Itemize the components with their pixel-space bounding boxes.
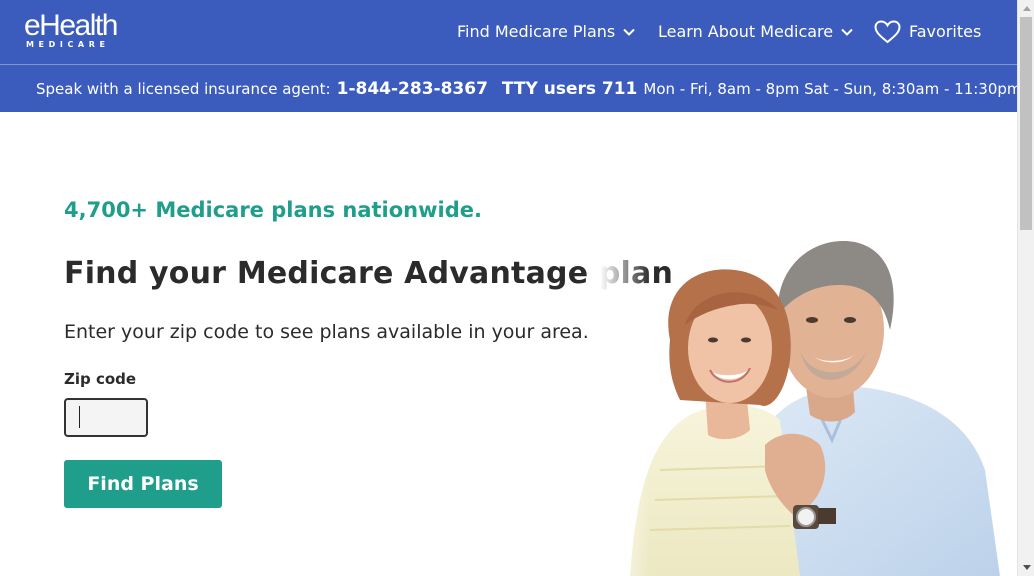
find-plans-button[interactable]: Find Plans bbox=[64, 460, 222, 508]
zip-code-input[interactable] bbox=[64, 398, 148, 437]
plans-count-tagline: 4,700+ Medicare plans nationwide. bbox=[64, 198, 482, 222]
scroll-up-icon[interactable] bbox=[1018, 0, 1034, 17]
tty-info: TTY users 711 bbox=[501, 78, 638, 99]
agent-phone-link[interactable]: 1-844-283-8367 bbox=[337, 79, 488, 99]
scrollbar-thumb[interactable] bbox=[1020, 17, 1032, 230]
agent-contact-label: Speak with a licensed insurance agent: bbox=[36, 79, 331, 98]
nav-learn-about-medicare-label: Learn About Medicare bbox=[658, 22, 834, 41]
text-cursor bbox=[79, 406, 80, 428]
nav-find-medicare-plans[interactable]: Find Medicare Plans bbox=[457, 20, 635, 44]
agent-contact-bar: Speak with a licensed insurance agent: 1… bbox=[0, 64, 1034, 112]
zip-code-label: Zip code bbox=[64, 370, 137, 388]
vertical-scrollbar[interactable] bbox=[1017, 0, 1034, 576]
office-hours: Mon - Fri, 8am - 8pm Sat - Sun, 8:30am -… bbox=[643, 79, 1034, 98]
nav-favorites[interactable]: Favorites bbox=[874, 20, 981, 44]
top-navigation: eHealth MEDICARE Find Medicare Plans Lea… bbox=[0, 0, 1017, 64]
hero-couple-photo bbox=[600, 230, 1017, 576]
page-title: Find your Medicare Advantage plan bbox=[64, 256, 674, 291]
nav-favorites-label: Favorites bbox=[909, 22, 982, 41]
zip-instructions: Enter your zip code to see plans availab… bbox=[64, 321, 589, 343]
scroll-down-icon[interactable] bbox=[1018, 559, 1034, 576]
chevron-down-icon bbox=[623, 28, 635, 36]
heart-icon bbox=[874, 20, 901, 44]
logo-subtitle: MEDICARE bbox=[26, 40, 110, 49]
chevron-down-icon bbox=[841, 28, 853, 36]
nav-find-medicare-plans-label: Find Medicare Plans bbox=[457, 22, 616, 41]
logo-wordmark: eHealth bbox=[24, 9, 118, 42]
ehealth-logo[interactable]: eHealth MEDICARE bbox=[24, 9, 118, 50]
nav-learn-about-medicare[interactable]: Learn About Medicare bbox=[658, 20, 853, 44]
